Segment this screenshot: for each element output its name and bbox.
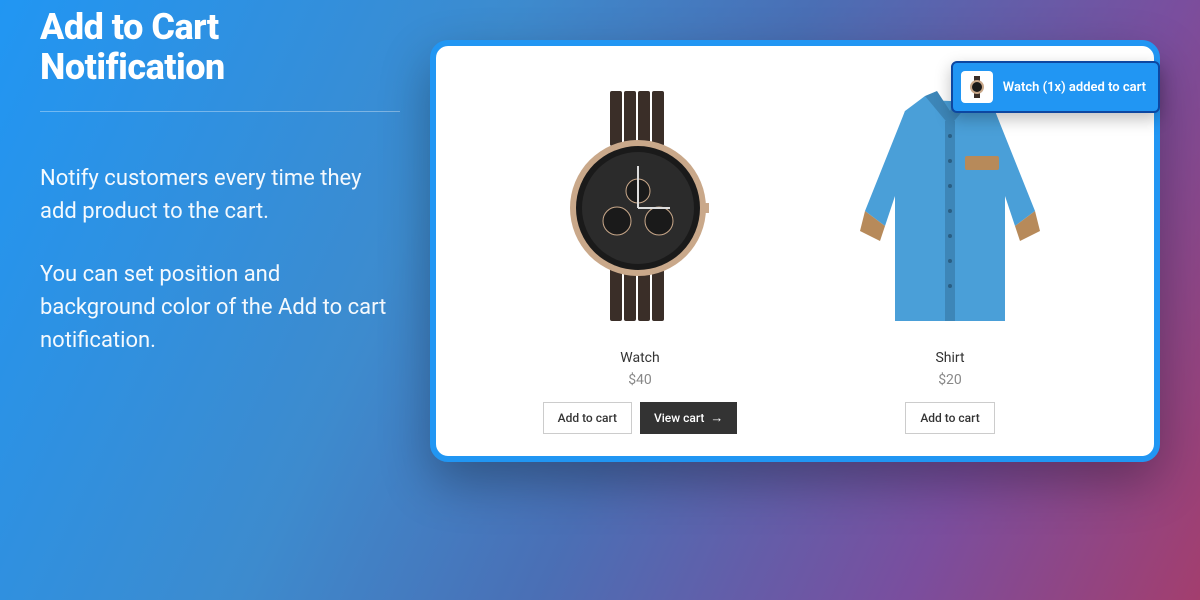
product-name: Shirt — [935, 350, 964, 366]
product-image-shirt — [840, 76, 1060, 336]
product-panel: Watch $40 Add to cart View cart → — [430, 40, 1160, 462]
description-paragraph-2: You can set position and background colo… — [40, 258, 400, 357]
add-to-cart-button[interactable]: Add to cart — [905, 402, 994, 434]
watch-thumb-icon — [965, 75, 989, 99]
divider — [40, 111, 400, 112]
add-to-cart-toast[interactable]: Watch (1x) added to cart — [951, 61, 1160, 113]
product-price: $20 — [938, 372, 962, 388]
shirt-icon — [845, 81, 1055, 331]
product-image-watch — [530, 76, 750, 336]
add-to-cart-button[interactable]: Add to cart — [543, 402, 632, 434]
description-paragraph-1: Notify customers every time they add pro… — [40, 162, 400, 228]
toast-thumbnail — [961, 71, 993, 103]
page-title: Add to Cart Notification — [40, 8, 400, 87]
arrow-right-icon: → — [710, 410, 723, 426]
view-cart-label: View cart — [654, 411, 704, 425]
watch-icon — [545, 91, 735, 321]
title-line2: Notification — [40, 46, 225, 88]
view-cart-button[interactable]: View cart → — [640, 402, 737, 434]
product-name: Watch — [620, 350, 659, 366]
product-card-watch: Watch $40 Add to cart View cart → — [510, 76, 770, 434]
toast-message: Watch (1x) added to cart — [1003, 80, 1146, 95]
product-card-shirt: Shirt $20 Add to cart — [820, 76, 1080, 434]
product-price: $40 — [628, 372, 652, 388]
title-line1: Add to Cart — [40, 6, 219, 48]
